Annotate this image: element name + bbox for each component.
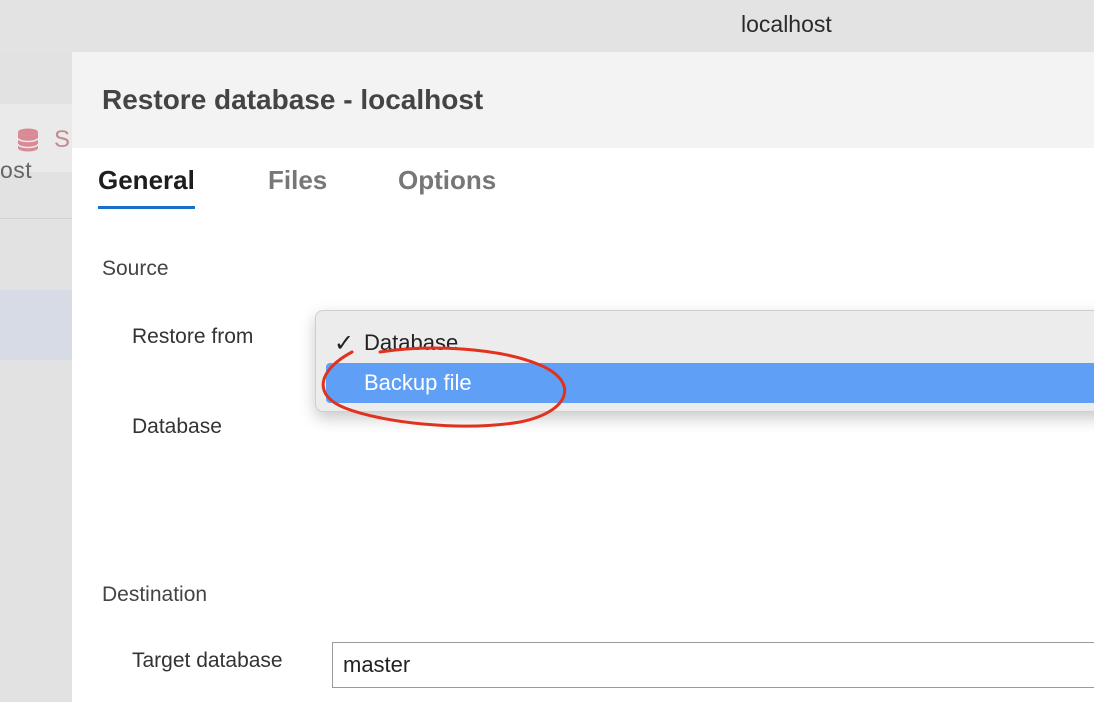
- source-section-label: Source: [102, 257, 169, 280]
- checkmark-icon: ✓: [334, 330, 355, 357]
- restore-from-option-backup-file[interactable]: Backup file: [326, 363, 1094, 403]
- target-database-label: Target database: [132, 649, 283, 672]
- dialog-header: Restore database - localhost: [72, 52, 1094, 148]
- tab-general[interactable]: General: [98, 165, 195, 209]
- restore-from-label: Restore from: [132, 325, 254, 348]
- window-titlebar: localhost: [0, 0, 1094, 52]
- background-sidebar: S ost: [0, 52, 72, 702]
- tab-options[interactable]: Options: [398, 165, 496, 206]
- option-label: Backup file: [364, 370, 472, 395]
- option-label: Database: [364, 330, 459, 355]
- background-server-label: ost: [0, 157, 33, 183]
- tab-files[interactable]: Files: [268, 165, 327, 206]
- dialog-tabs: General Files Options: [98, 165, 698, 215]
- restore-from-dropdown: ✓ Database Backup file: [315, 310, 1094, 412]
- background-divider: [0, 218, 72, 219]
- dialog-title: Restore database - localhost: [102, 84, 484, 115]
- restore-database-dialog: Restore database - localhost General Fil…: [72, 52, 1094, 702]
- restore-from-option-database[interactable]: ✓ Database: [326, 323, 1094, 363]
- database-icon: [17, 128, 39, 152]
- background-selected-row[interactable]: [0, 290, 72, 360]
- window-title: localhost: [741, 11, 832, 37]
- background-tab-label: S: [54, 126, 71, 153]
- destination-section-label: Destination: [102, 583, 208, 606]
- target-database-input[interactable]: master: [332, 642, 1094, 688]
- database-label: Database: [132, 415, 222, 438]
